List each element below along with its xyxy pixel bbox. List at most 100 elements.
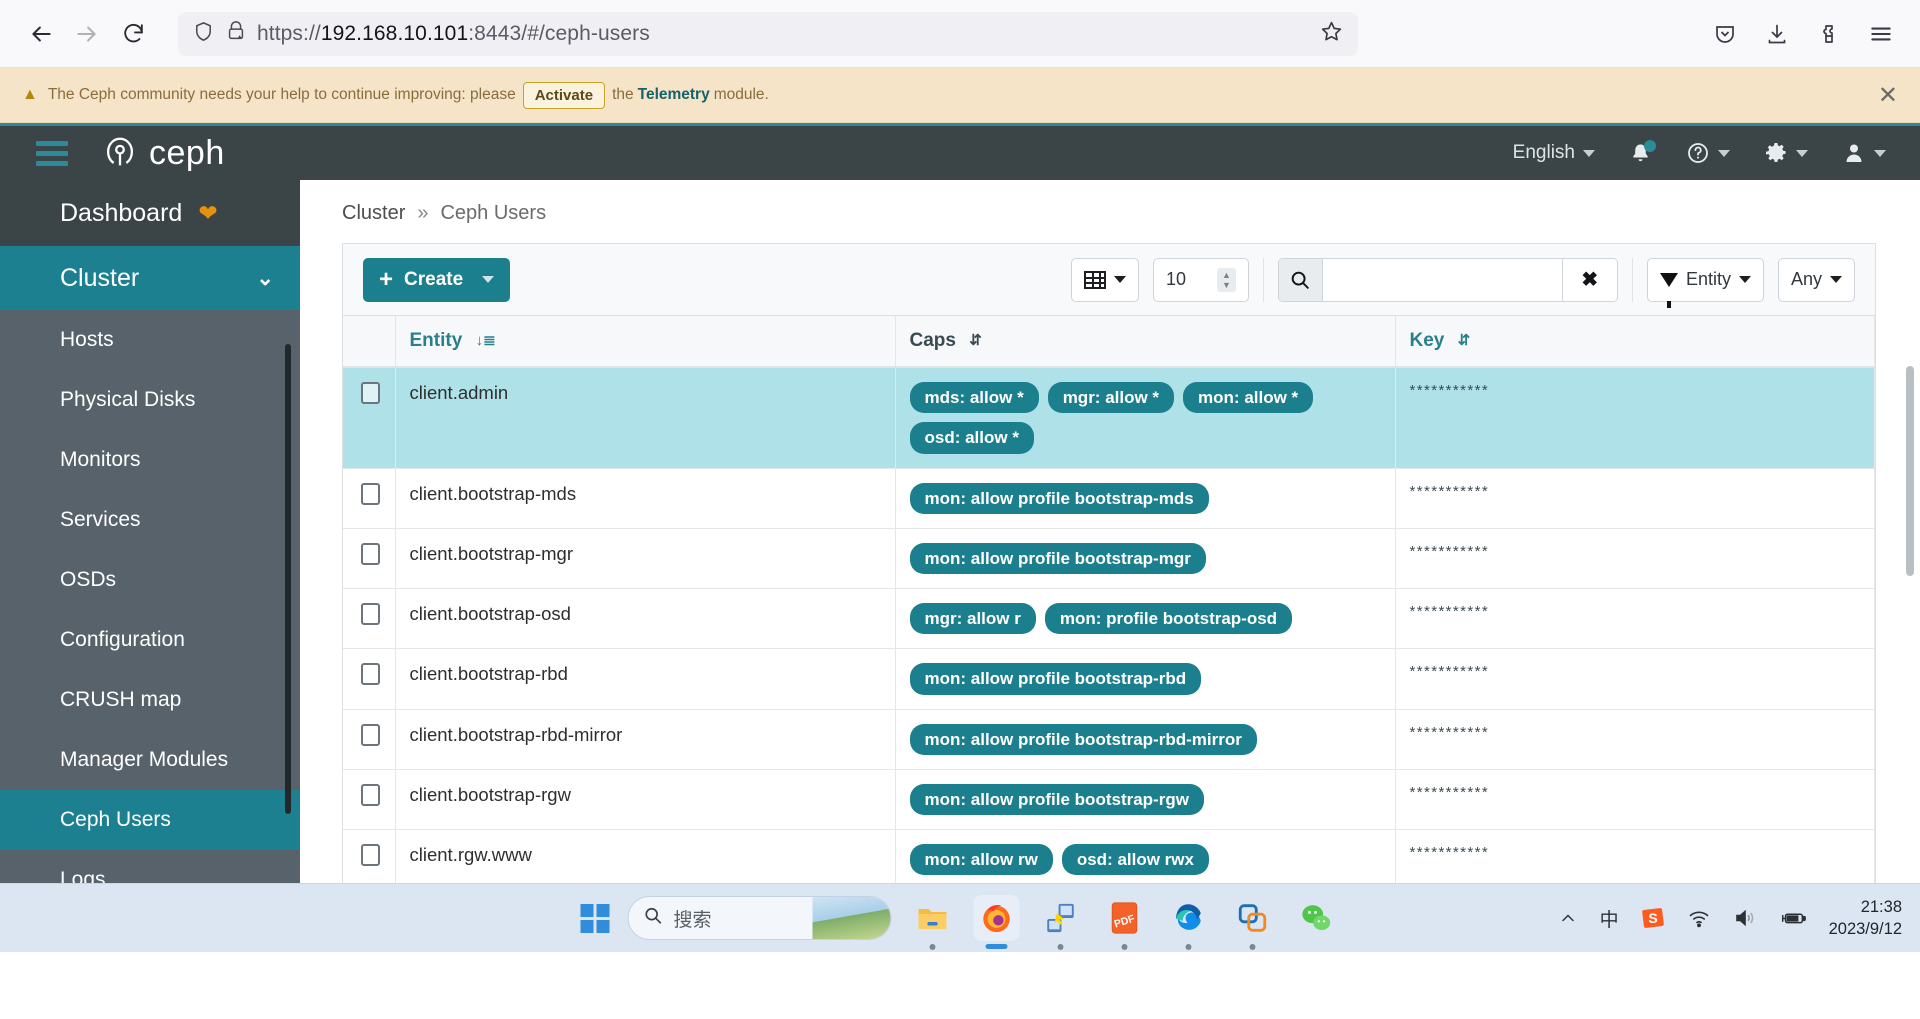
sidebar-item-services[interactable]: Services bbox=[0, 490, 300, 550]
sidebar-item-dashboard[interactable]: Dashboard ❤ bbox=[0, 180, 300, 246]
back-button[interactable] bbox=[18, 11, 64, 57]
sidebar-item-crush-map[interactable]: CRUSH map bbox=[0, 670, 300, 730]
sidebar-item-hosts[interactable]: Hosts bbox=[0, 310, 300, 370]
search-box[interactable]: ✖ bbox=[1277, 257, 1618, 302]
wechat-icon[interactable] bbox=[1294, 895, 1340, 941]
pdf-icon[interactable]: PDF bbox=[1102, 895, 1148, 950]
sidebar-item-cluster[interactable]: Cluster ⌄ bbox=[0, 246, 300, 310]
table-row[interactable]: client.bootstrap-rgw mon: allow profile … bbox=[343, 769, 1875, 831]
wifi-icon[interactable] bbox=[1687, 906, 1711, 930]
breadcrumb-root[interactable]: Cluster bbox=[342, 202, 405, 225]
brand-name: ceph bbox=[149, 133, 225, 172]
page-size-value: 10 bbox=[1165, 269, 1186, 289]
volume-icon[interactable] bbox=[1733, 906, 1757, 930]
taskbar-search[interactable]: 搜索 bbox=[627, 896, 892, 940]
sidebar-item-monitors[interactable]: Monitors bbox=[0, 430, 300, 490]
search-input[interactable] bbox=[1322, 258, 1562, 301]
row-checkbox[interactable] bbox=[361, 844, 380, 866]
page-size-stepper[interactable]: 10 ▲ ▼ bbox=[1152, 257, 1249, 302]
table-row[interactable]: client.rgw.www mon: allow rw osd: allow … bbox=[343, 829, 1875, 883]
download-icon[interactable] bbox=[1756, 13, 1798, 55]
row-checkbox[interactable] bbox=[361, 723, 380, 746]
row-checkbox[interactable] bbox=[361, 482, 380, 505]
forward-button[interactable] bbox=[64, 11, 110, 57]
pocket-icon[interactable] bbox=[1704, 13, 1746, 55]
ime-chinese-icon[interactable]: 中 bbox=[1600, 905, 1619, 932]
table-body: client.admin mds: allow * mgr: allow * m… bbox=[343, 367, 1875, 883]
svg-text:S: S bbox=[1648, 910, 1657, 926]
cap-badge: mgr: allow r bbox=[909, 603, 1036, 635]
row-checkbox[interactable] bbox=[361, 542, 380, 565]
cell-key: *********** bbox=[1395, 648, 1875, 710]
firefox-icon[interactable] bbox=[973, 895, 1020, 949]
table-row[interactable]: client.bootstrap-osd mgr: allow r mon: p… bbox=[343, 588, 1875, 650]
column-header-caps[interactable]: Caps ⇵ bbox=[895, 316, 1396, 368]
sidebar-scrollbar[interactable] bbox=[285, 344, 291, 814]
select-all-header[interactable] bbox=[343, 316, 396, 368]
chevron-up-icon[interactable] bbox=[1558, 908, 1578, 928]
table-columns-icon bbox=[1083, 270, 1106, 289]
bookmark-star-icon[interactable] bbox=[1319, 19, 1344, 49]
row-checkbox-cell[interactable] bbox=[343, 769, 396, 831]
sidebar-item-ceph-users[interactable]: Ceph Users bbox=[0, 790, 300, 850]
activate-button[interactable]: Activate bbox=[522, 81, 606, 109]
row-checkbox[interactable] bbox=[361, 382, 380, 404]
menu-icon[interactable] bbox=[1860, 13, 1902, 55]
sidebar-item-logs[interactable]: Logs bbox=[0, 850, 300, 883]
taskbar-clock[interactable]: 21:38 2023/9/12 bbox=[1829, 896, 1902, 941]
address-bar[interactable]: https://192.168.10.101:8443/#/ceph-users bbox=[178, 11, 1358, 56]
sidebar-item-physical-disks[interactable]: Physical Disks bbox=[0, 370, 300, 430]
table-row[interactable]: client.bootstrap-rbd mon: allow profile … bbox=[343, 648, 1875, 710]
clear-search-button[interactable]: ✖ bbox=[1561, 258, 1617, 301]
column-header-entity[interactable]: Entity ↓≣ bbox=[395, 316, 896, 368]
scrollbar-thumb[interactable] bbox=[1906, 366, 1914, 576]
row-checkbox[interactable] bbox=[361, 603, 380, 625]
close-icon[interactable]: ✕ bbox=[1878, 81, 1898, 110]
row-checkbox-cell[interactable] bbox=[343, 367, 396, 469]
column-selector-button[interactable] bbox=[1070, 257, 1139, 302]
notifications-button[interactable] bbox=[1629, 139, 1656, 165]
row-checkbox-cell[interactable] bbox=[343, 709, 396, 770]
settings-menu[interactable] bbox=[1764, 141, 1808, 165]
help-menu[interactable] bbox=[1686, 141, 1730, 165]
filter-any-dropdown[interactable]: Any bbox=[1777, 257, 1855, 302]
sidebar-item-manager-modules[interactable]: Manager Modules bbox=[0, 730, 300, 790]
table-row[interactable]: client.bootstrap-mds mon: allow profile … bbox=[343, 468, 1875, 529]
row-checkbox-cell[interactable] bbox=[343, 468, 396, 529]
sidebar-item-configuration[interactable]: Configuration bbox=[0, 610, 300, 670]
breadcrumb-separator: » bbox=[417, 202, 429, 224]
sidebar-item-label: OSDs bbox=[60, 568, 117, 591]
vmware-icon[interactable] bbox=[1230, 895, 1276, 950]
table-row[interactable]: client.bootstrap-mgr mon: allow profile … bbox=[343, 528, 1875, 590]
menu-toggle-icon[interactable] bbox=[36, 140, 68, 166]
sogou-icon[interactable]: S bbox=[1641, 906, 1665, 930]
telemetry-link[interactable]: Telemetry bbox=[638, 86, 710, 104]
language-selector[interactable]: English bbox=[1513, 142, 1595, 164]
remote-desktop-icon[interactable] bbox=[1038, 895, 1084, 950]
file-explorer-icon[interactable] bbox=[910, 895, 956, 950]
main-content: Cluster » Ceph Users + Create 10 ▲ ▼ ✖ E… bbox=[300, 126, 1920, 883]
battery-icon[interactable] bbox=[1779, 906, 1807, 930]
content-scrollbar[interactable] bbox=[1906, 366, 1914, 866]
user-menu[interactable] bbox=[1842, 141, 1886, 165]
row-checkbox-cell[interactable] bbox=[343, 648, 396, 710]
reload-button[interactable] bbox=[110, 11, 156, 57]
stepper-arrows-icon[interactable]: ▲ ▼ bbox=[1217, 267, 1236, 292]
row-checkbox[interactable] bbox=[361, 783, 380, 806]
filter-entity-dropdown[interactable]: Entity bbox=[1646, 257, 1764, 308]
table-row[interactable]: client.admin mds: allow * mgr: allow * m… bbox=[343, 367, 1875, 469]
extensions-icon[interactable] bbox=[1808, 13, 1850, 55]
start-button-icon[interactable] bbox=[580, 903, 610, 933]
table-row[interactable]: client.bootstrap-rbd-mirror mon: allow p… bbox=[343, 709, 1875, 770]
row-checkbox[interactable] bbox=[361, 663, 380, 686]
ceph-brand[interactable]: ceph bbox=[101, 134, 225, 173]
column-header-key[interactable]: Key ⇵ bbox=[1395, 316, 1875, 368]
edge-icon[interactable] bbox=[1166, 895, 1212, 950]
row-checkbox-cell[interactable] bbox=[343, 588, 396, 650]
sidebar-item-osds[interactable]: OSDs bbox=[0, 550, 300, 610]
row-checkbox-cell[interactable] bbox=[343, 528, 396, 590]
chevron-down-icon[interactable] bbox=[482, 276, 495, 283]
url-text: https://192.168.10.101:8443/#/ceph-users bbox=[257, 21, 650, 45]
create-button[interactable]: + Create bbox=[363, 257, 511, 302]
row-checkbox-cell[interactable] bbox=[343, 829, 396, 883]
